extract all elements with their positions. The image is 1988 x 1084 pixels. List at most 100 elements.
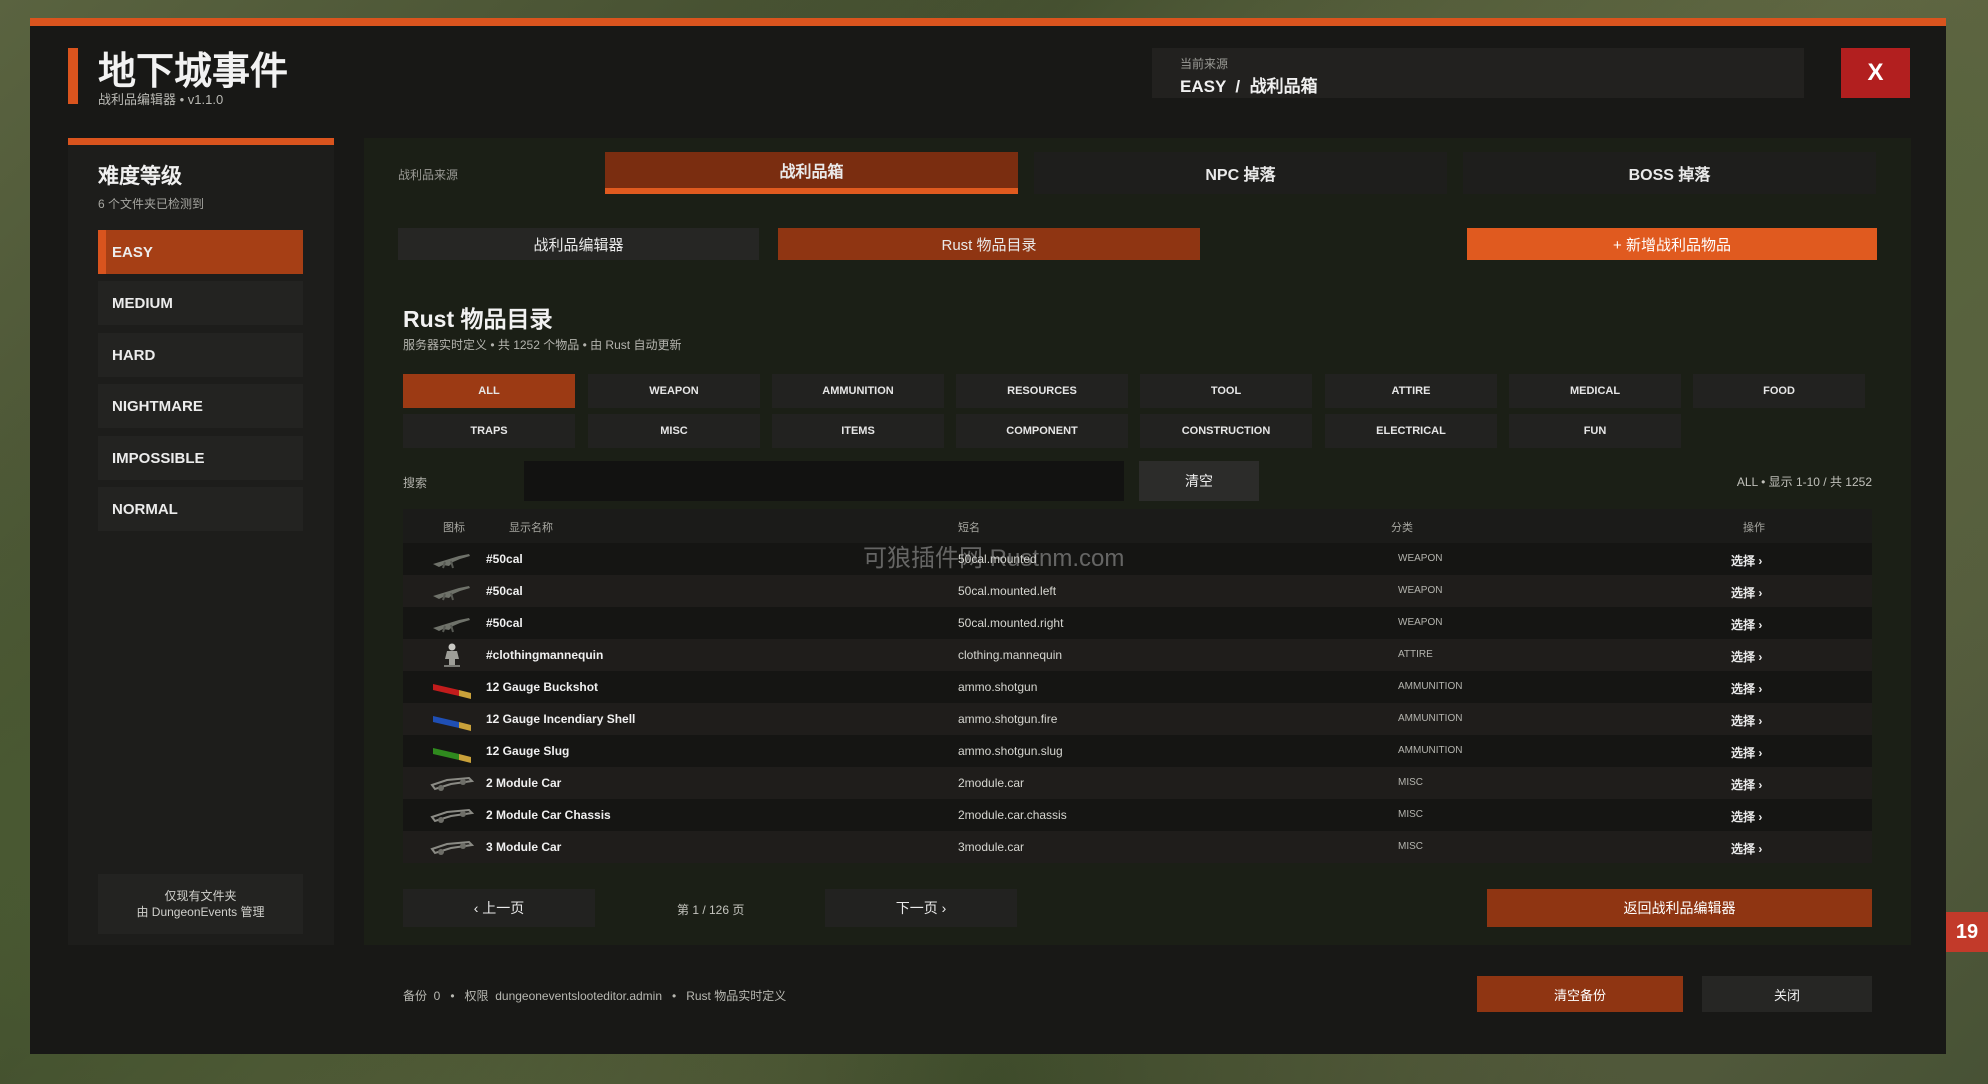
item-short-name: ammo.shotgun: [958, 680, 1038, 694]
tab-loot-editor[interactable]: 战利品编辑器: [398, 228, 759, 260]
item-short-name: 50cal.mounted.right: [958, 616, 1064, 630]
shell-green-icon: [429, 738, 475, 764]
select-item-button[interactable]: 选择 ›: [1731, 648, 1762, 665]
search-label: 搜索: [403, 476, 428, 490]
category-misc[interactable]: MISC: [588, 414, 760, 448]
app-subtitle: 战利品编辑器 • v1.1.0: [98, 92, 224, 107]
category-construction[interactable]: CONSTRUCTION: [1140, 414, 1312, 448]
table-row[interactable]: #50cal 50cal.mounted.left WEAPON 选择 ›: [403, 575, 1872, 607]
item-display-name: #50cal: [486, 616, 523, 630]
category-weapon[interactable]: WEAPON: [588, 374, 760, 408]
search-input[interactable]: [524, 461, 1124, 501]
tab-loot-crate[interactable]: 战利品箱: [605, 152, 1018, 194]
add-loot-item-button[interactable]: + 新增战利品物品: [1467, 228, 1877, 260]
item-short-name: ammo.shotgun.slug: [958, 744, 1063, 758]
clear-backup-button[interactable]: 清空备份: [1477, 976, 1683, 1012]
table-row[interactable]: #50cal 50cal.mounted.right WEAPON 选择 ›: [403, 607, 1872, 639]
catalog-title: Rust 物品目录: [403, 306, 553, 332]
prev-page-button[interactable]: ‹ 上一页: [403, 889, 595, 927]
table-row[interactable]: 2 Module Car 2module.car MISC 选择 ›: [403, 767, 1872, 799]
car-frame-icon: [429, 802, 475, 828]
difficulty-item-hard[interactable]: HARD: [98, 333, 303, 377]
sidebar-footer-line1: 仅现有文件夹: [164, 889, 237, 903]
table-row[interactable]: 12 Gauge Buckshot ammo.shotgun AMMUNITION 选…: [403, 671, 1872, 703]
sidebar-title: 难度等级: [98, 165, 182, 188]
table-row[interactable]: 12 Gauge Incendiary Shell ammo.shotgun.fi…: [403, 703, 1872, 735]
item-short-name: ammo.shotgun.fire: [958, 712, 1058, 726]
item-short-name: 2module.car: [958, 776, 1025, 790]
header-action: 操作: [1743, 522, 1765, 534]
sidebar-note: 6 个文件夹已检测到: [98, 197, 205, 211]
select-item-button[interactable]: 选择 ›: [1731, 552, 1762, 569]
clear-search-button[interactable]: 清空: [1139, 461, 1259, 501]
select-item-button[interactable]: 选择 ›: [1731, 840, 1762, 857]
category-attire[interactable]: ATTIRE: [1325, 374, 1497, 408]
select-item-button[interactable]: 选择 ›: [1731, 776, 1762, 793]
table-row[interactable]: 2 Module Car Chassis 2module.car.chassis M…: [403, 799, 1872, 831]
difficulty-item-nightmare[interactable]: NIGHTMARE: [98, 384, 303, 428]
category-electrical[interactable]: ELECTRICAL: [1325, 414, 1497, 448]
category-fun[interactable]: FUN: [1509, 414, 1681, 448]
result-count: ALL • 显示 1-10 / 共 1252: [1736, 475, 1872, 489]
item-category: AMMUNITION: [1398, 745, 1463, 756]
category-medical[interactable]: MEDICAL: [1509, 374, 1681, 408]
item-display-name: 12 Gauge Buckshot: [486, 680, 599, 694]
select-item-button[interactable]: 选择 ›: [1731, 808, 1762, 825]
item-table: 图标 显示名称 短名 分类 操作 #50cal 50cal.mounted WEAP…: [403, 509, 1872, 863]
page-indicator: 第 1 / 126 页: [677, 903, 745, 917]
title-accent-bar: [68, 48, 78, 104]
close-button[interactable]: 关闭: [1702, 976, 1872, 1012]
close-icon-button[interactable]: X: [1841, 48, 1910, 98]
item-category: WEAPON: [1398, 617, 1443, 628]
current-source-caption: 当前来源: [1180, 57, 1229, 71]
difficulty-item-normal[interactable]: NORMAL: [98, 487, 303, 531]
catalog-subtitle: 服务器实时定义 • 共 1252 个物品 • 由 Rust 自动更新: [403, 338, 682, 352]
item-category: WEAPON: [1398, 553, 1443, 564]
select-item-button[interactable]: 选择 ›: [1731, 680, 1762, 697]
car-frame-icon: [429, 834, 475, 860]
item-category: MISC: [1398, 777, 1423, 788]
category-all[interactable]: ALL: [403, 374, 575, 408]
difficulty-item-medium[interactable]: MEDIUM: [98, 281, 303, 325]
difficulty-item-impossible[interactable]: IMPOSSIBLE: [98, 436, 303, 480]
select-item-button[interactable]: 选择 ›: [1731, 584, 1762, 601]
mounted-gun-icon: [429, 546, 475, 572]
difficulty-item-easy[interactable]: EASY: [98, 230, 303, 274]
next-page-button[interactable]: 下一页 ›: [825, 889, 1017, 927]
category-resources[interactable]: RESOURCES: [956, 374, 1128, 408]
select-item-button[interactable]: 选择 ›: [1731, 712, 1762, 729]
table-row[interactable]: 3 Module Car 3module.car MISC 选择 ›: [403, 831, 1872, 863]
category-food[interactable]: FOOD: [1693, 374, 1865, 408]
item-category: AMMUNITION: [1398, 681, 1463, 692]
tab-item-catalog[interactable]: Rust 物品目录: [778, 228, 1200, 260]
item-display-name: 2 Module Car Chassis: [486, 808, 611, 822]
sidebar-footer-line2: 由 DungeonEvents 管理: [136, 905, 265, 919]
category-ammunition[interactable]: AMMUNITION: [772, 374, 944, 408]
table-row[interactable]: #clothingmannequin clothing.mannequin ATTI…: [403, 639, 1872, 671]
item-display-name: 2 Module Car: [486, 776, 562, 790]
header-short: 短名: [958, 522, 980, 534]
item-category: WEAPON: [1398, 585, 1443, 596]
header-icon: 图标: [443, 522, 465, 534]
shell-red-icon: [429, 674, 475, 700]
mannequin-icon: [429, 642, 475, 668]
table-row[interactable]: #50cal 50cal.mounted WEAPON 选择 ›: [403, 543, 1872, 575]
category-component[interactable]: COMPONENT: [956, 414, 1128, 448]
table-body: #50cal 50cal.mounted WEAPON 选择 › #50cal 50cal…: [403, 543, 1872, 863]
category-tool[interactable]: TOOL: [1140, 374, 1312, 408]
mounted-gun-icon: [429, 578, 475, 604]
tab-npc-drop[interactable]: NPC 掉落: [1034, 152, 1447, 194]
item-display-name: 12 Gauge Slug: [486, 744, 570, 758]
select-item-button[interactable]: 选择 ›: [1731, 616, 1762, 633]
category-items[interactable]: ITEMS: [772, 414, 944, 448]
select-item-button[interactable]: 选择 ›: [1731, 744, 1762, 761]
header-category: 分类: [1391, 522, 1413, 534]
back-to-editor-button[interactable]: 返回战利品编辑器: [1487, 889, 1872, 927]
item-category: MISC: [1398, 841, 1423, 852]
tab-boss-drop[interactable]: BOSS 掉落: [1463, 152, 1876, 194]
current-source-path: EASY / 战利品箱: [1180, 77, 1318, 96]
item-category: ATTIRE: [1398, 649, 1433, 660]
category-traps[interactable]: TRAPS: [403, 414, 575, 448]
loot-source-label: 战利品来源: [398, 168, 459, 182]
table-row[interactable]: 12 Gauge Slug ammo.shotgun.slug AMMUNITION…: [403, 735, 1872, 767]
